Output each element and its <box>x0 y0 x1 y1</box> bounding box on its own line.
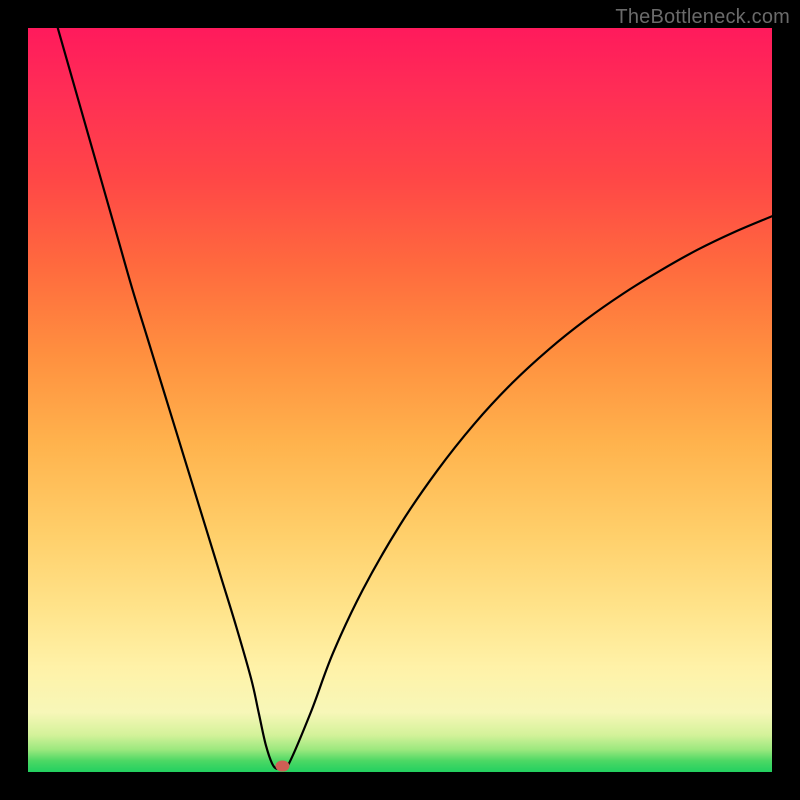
optimum-marker <box>275 761 289 772</box>
plot-area <box>28 28 772 772</box>
watermark-text: TheBottleneck.com <box>615 6 790 29</box>
bottleneck-curve <box>58 28 772 770</box>
curve-layer <box>28 28 772 772</box>
chart-frame: TheBottleneck.com <box>0 0 800 800</box>
